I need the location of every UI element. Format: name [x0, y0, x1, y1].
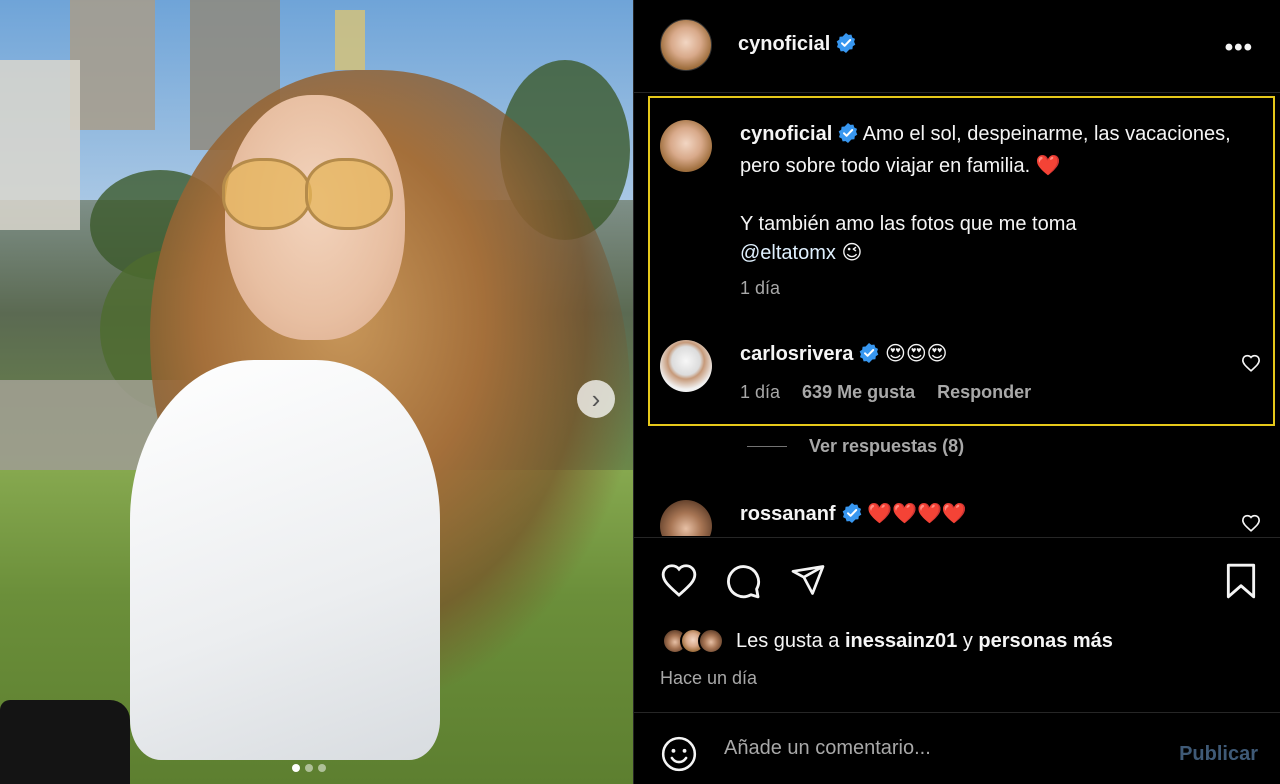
photo-bag: [0, 700, 130, 784]
likes-others-link[interactable]: personas más: [978, 630, 1113, 652]
post-panel: cynoficial ••• cynoficial Amo el sol, de…: [633, 0, 1280, 784]
carousel-dot: [292, 764, 300, 772]
carousel-dots: [292, 764, 326, 772]
chevron-right-icon: ›: [591, 384, 601, 414]
comment-body: 😍😍😍: [884, 343, 948, 365]
caption-meta: 1 día: [740, 278, 780, 299]
carousel-next-button[interactable]: ›: [577, 380, 615, 418]
carousel-dot: [305, 764, 313, 772]
verified-badge-icon: [842, 503, 862, 532]
like-heart-icon[interactable]: [660, 562, 698, 603]
likes-prefix: Les gusta a: [736, 629, 840, 652]
author-avatar[interactable]: [660, 19, 712, 71]
comment-text: carlosrivera 😍😍😍: [740, 340, 1231, 372]
verified-badge-icon: [836, 33, 856, 59]
author-username[interactable]: cynoficial: [738, 33, 830, 55]
carousel-dot: [318, 764, 326, 772]
photo-sunglasses-left: [222, 158, 312, 230]
caption-mention-link[interactable]: @eltatomx: [740, 242, 836, 264]
post-timestamp[interactable]: Hace un día: [660, 668, 757, 689]
comment-item: rossananf ❤️❤️❤️❤️: [634, 500, 1280, 536]
likes-summary: Les gusta a inessainz01 y personas más: [662, 628, 1113, 654]
caption: cynoficial Amo el sol, despeinarme, las …: [634, 96, 1280, 316]
comment-avatar[interactable]: [660, 340, 712, 392]
replies-divider: [747, 446, 787, 447]
comment-username[interactable]: carlosrivera: [740, 343, 853, 365]
photo-building: [335, 10, 365, 70]
share-send-icon[interactable]: [790, 562, 826, 603]
photo-building: [70, 0, 155, 130]
publish-button[interactable]: Publicar: [1179, 743, 1258, 766]
comment-input[interactable]: [724, 733, 1144, 763]
caption-avatar[interactable]: [660, 120, 712, 172]
emoji-picker-icon[interactable]: [660, 735, 698, 778]
comment-like-heart-icon[interactable]: [1241, 354, 1261, 377]
add-comment-bar: Publicar: [634, 712, 1280, 784]
caption-text: cynoficial Amo el sol, despeinarme, las …: [740, 120, 1231, 268]
caption-username[interactable]: cynoficial: [740, 123, 832, 145]
photo-building: [0, 60, 80, 230]
comment-item: carlosrivera 😍😍😍 1 día 639 Me gusta Resp…: [634, 336, 1280, 416]
verified-badge-icon: [838, 123, 858, 152]
reply-button[interactable]: Responder: [937, 382, 1031, 403]
post-photo: ›: [0, 0, 633, 784]
likes-connector: y: [962, 629, 973, 652]
photo-sunglasses-right: [305, 158, 393, 230]
post-header: cynoficial •••: [634, 0, 1280, 93]
caption-line-2: Y también amo las fotos que me toma: [740, 213, 1077, 235]
comment-meta: 1 día 639 Me gusta Responder: [740, 382, 1031, 403]
comment-like-heart-icon[interactable]: [1241, 514, 1261, 536]
verified-badge-icon: [859, 343, 879, 372]
comment-bubble-icon[interactable]: [724, 562, 762, 605]
comment-avatar[interactable]: [660, 500, 712, 536]
comment-time[interactable]: 1 día: [740, 382, 780, 403]
photo-shirt: [130, 360, 440, 760]
caption-time[interactable]: 1 día: [740, 278, 780, 299]
comment-likes-count[interactable]: 639 Me gusta: [802, 382, 915, 403]
view-replies-label: Ver respuestas (8): [809, 436, 965, 456]
author-username-row: cynoficial: [738, 33, 856, 59]
post-actions: Les gusta a inessainz01 y personas más H…: [634, 537, 1280, 712]
caption-emoji: 😉: [841, 242, 863, 264]
comment-username[interactable]: rossananf: [740, 503, 836, 525]
liker-username-link[interactable]: inessainz01: [845, 630, 957, 652]
more-options-icon[interactable]: •••: [1225, 34, 1253, 62]
view-replies-button[interactable]: Ver respuestas (8): [747, 436, 964, 457]
liker-avatar: [698, 628, 724, 654]
comment-text: rossananf ❤️❤️❤️❤️: [740, 500, 1231, 532]
comment-body: ❤️❤️❤️❤️: [867, 503, 967, 525]
likes-text: Les gusta a inessainz01 y personas más: [736, 630, 1113, 653]
bookmark-icon[interactable]: [1224, 562, 1258, 605]
